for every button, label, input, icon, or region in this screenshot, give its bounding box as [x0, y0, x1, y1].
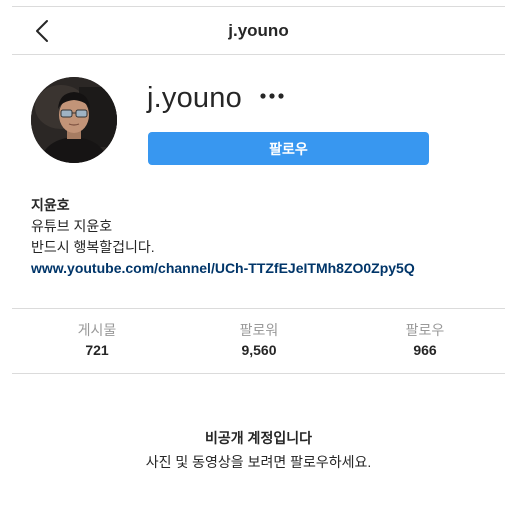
profile-username: j.youno: [147, 82, 242, 114]
stat-followers[interactable]: 팔로워 9,560: [189, 320, 329, 360]
stat-label: 게시물: [77, 322, 117, 338]
more-options-button[interactable]: [258, 84, 286, 108]
bio-full-name: 지윤호: [31, 197, 70, 213]
more-horizontal-icon: [260, 93, 284, 99]
bio-section: 지윤호 유튜브 지윤호 반드시 행복할겁니다. www.youtube.com/…: [31, 195, 415, 279]
header-divider: [12, 54, 505, 55]
header-title: j.youno: [228, 21, 289, 40]
bio-website-link[interactable]: www.youtube.com/channel/UCh-TTZfEJeITMh8…: [31, 260, 415, 276]
private-notice-description: 사진 및 동영상을 보려면 팔로우하세요.: [145, 454, 372, 470]
bio-line: 유튜브 지윤호: [31, 218, 113, 234]
private-account-notice: 비공개 계정입니다 사진 및 동영상을 보려면 팔로우하세요.: [0, 428, 517, 472]
stat-following[interactable]: 팔로우 966: [355, 320, 495, 360]
stat-label: 팔로워: [239, 322, 279, 338]
stat-value: 721: [85, 342, 109, 358]
header-bar: j.youno: [0, 7, 517, 54]
stats-bottom-divider: [12, 373, 505, 374]
bio-line: 반드시 행복할겁니다.: [31, 239, 155, 255]
profile-page: j.youno j.youno 팔로우 지윤호 유튜브 지윤호 반드시 행복할겁…: [0, 0, 517, 508]
stats-top-divider: [12, 308, 505, 309]
stat-label: 팔로우: [405, 322, 445, 338]
avatar[interactable]: [31, 77, 117, 163]
stat-posts: 게시물 721: [27, 320, 167, 360]
follow-button[interactable]: 팔로우: [148, 132, 429, 165]
stat-value: 9,560: [241, 342, 277, 358]
private-notice-title: 비공개 계정입니다: [205, 430, 312, 446]
stat-value: 966: [413, 342, 437, 358]
profile-photo: [31, 77, 117, 163]
